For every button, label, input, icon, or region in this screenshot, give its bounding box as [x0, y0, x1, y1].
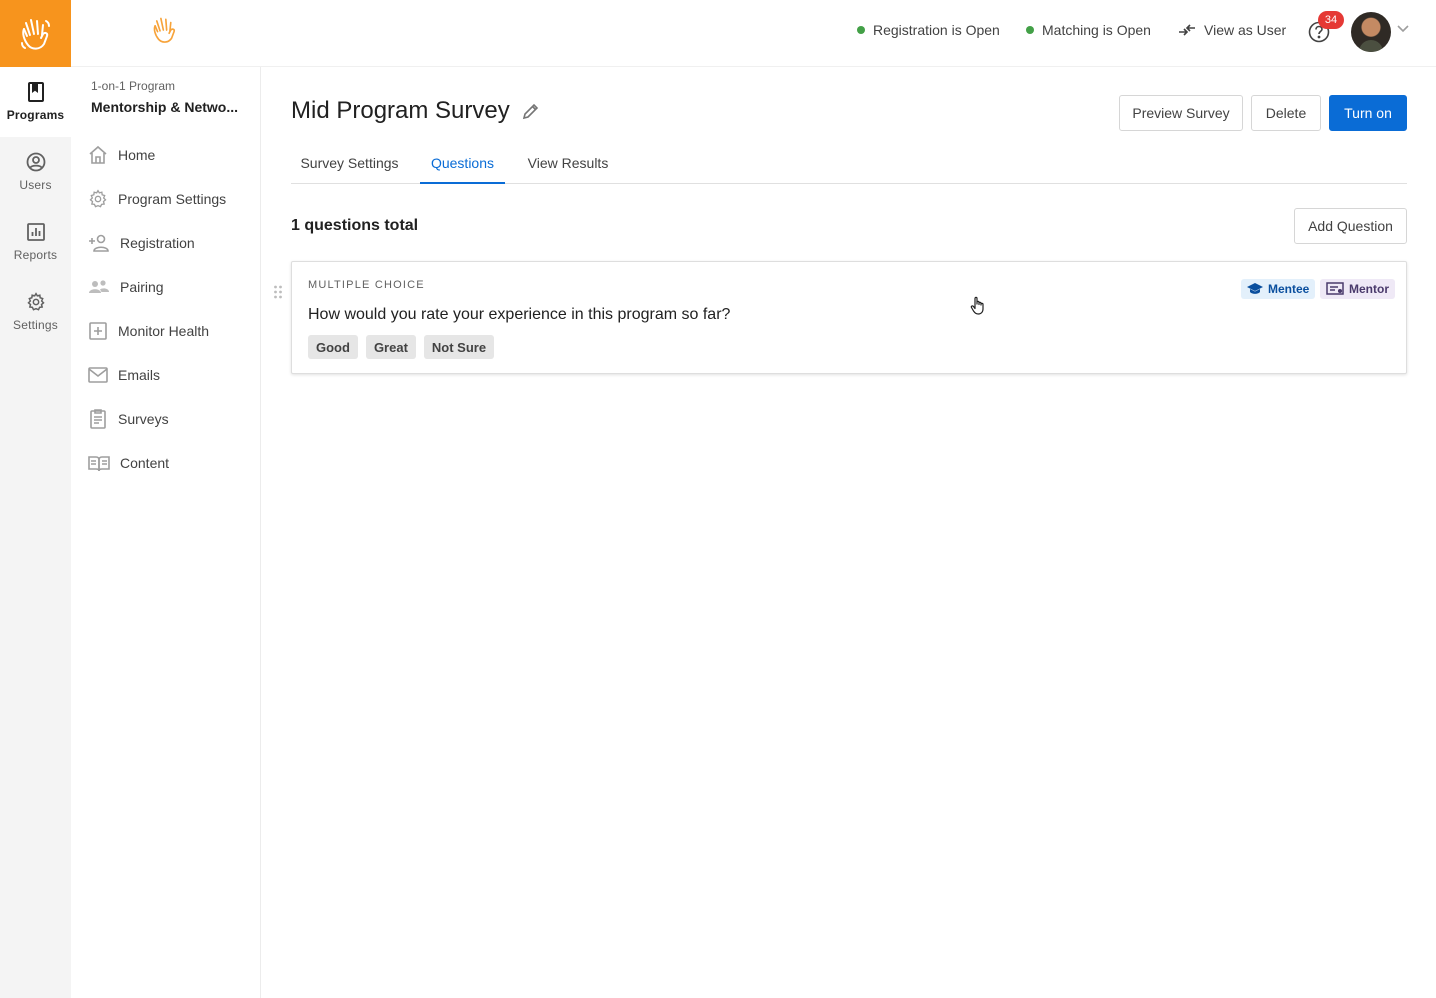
- role-tag-mentee: Mentee: [1241, 279, 1316, 299]
- view-as-user-button[interactable]: View as User: [1178, 22, 1286, 38]
- app-rail: Programs Users Reports Settings: [0, 0, 71, 998]
- tab-view-results[interactable]: View Results: [517, 143, 619, 183]
- answer-option: Great: [365, 335, 416, 359]
- status-dot: [1026, 26, 1034, 34]
- page-title: Mid Program Survey: [291, 97, 510, 124]
- bar-chart-icon: [26, 223, 45, 241]
- gear-icon: [26, 292, 45, 311]
- sidenav-item-surveys[interactable]: Surveys: [88, 405, 253, 433]
- notification-badge: 34: [1318, 11, 1344, 29]
- role-tag-label: Mentor: [1349, 282, 1389, 296]
- status-dot: [857, 26, 865, 34]
- answer-option: Good: [308, 335, 358, 359]
- delete-button[interactable]: Delete: [1251, 95, 1321, 131]
- sidenav-item-monitor-health[interactable]: Monitor Health: [88, 317, 253, 345]
- sidenav-item-label: Surveys: [118, 411, 169, 427]
- program-type: 1-on-1 Program: [91, 79, 176, 93]
- sidenav-item-label: Emails: [118, 367, 161, 383]
- sidenav-item-program-settings[interactable]: Program Settings: [88, 185, 253, 213]
- book-icon: [27, 82, 44, 102]
- question-card[interactable]: MULTIPLE CHOICE How would you rate your …: [291, 261, 1407, 374]
- matching-status: Matching is Open: [1026, 22, 1151, 38]
- home-icon: [89, 145, 107, 164]
- turn-on-button[interactable]: Turn on: [1329, 95, 1407, 131]
- open-book-icon: [88, 456, 110, 472]
- rail-item-label: Settings: [13, 318, 58, 332]
- presentation-board-icon: [1326, 282, 1344, 295]
- view-as-user-label: View as User: [1204, 22, 1287, 38]
- program-name[interactable]: Mentorship & Netwo...: [91, 99, 241, 115]
- graduation-cap-icon: [1247, 283, 1263, 294]
- envelope-icon: [88, 367, 108, 383]
- role-tag-label: Mentee: [1268, 282, 1310, 296]
- title-row: Mid Program Survey: [291, 97, 540, 125]
- waving-hand-icon: [20, 18, 50, 50]
- tab-questions[interactable]: Questions: [420, 143, 505, 184]
- avatar[interactable]: [1351, 12, 1391, 52]
- sidenav-item-label: Content: [120, 455, 170, 471]
- registration-status-text: Registration is Open: [873, 22, 1000, 38]
- swap-arrows-icon: [1179, 24, 1195, 36]
- question-type: MULTIPLE CHOICE: [308, 279, 425, 291]
- survey-tabs: Survey Settings Questions View Results: [291, 143, 1407, 184]
- rail-item-label: Reports: [13, 248, 58, 262]
- rail-item-users[interactable]: Users: [0, 137, 71, 207]
- rail-item-label: Users: [19, 178, 52, 192]
- sidenav-item-label: Home: [118, 147, 156, 163]
- answer-option: Not Sure: [423, 335, 495, 359]
- pencil-icon[interactable]: [522, 102, 540, 120]
- user-circle-icon: [26, 152, 45, 172]
- hand-pointer-icon: [970, 296, 984, 315]
- preview-survey-button[interactable]: Preview Survey: [1119, 95, 1243, 131]
- add-question-button[interactable]: Add Question: [1294, 208, 1407, 244]
- users-icon: [89, 280, 109, 293]
- add-user-icon: [89, 234, 109, 252]
- sidenav-item-emails[interactable]: Emails: [88, 361, 253, 389]
- rail-item-reports[interactable]: Reports: [0, 207, 71, 277]
- top-header: Registration is Open Matching is Open Vi…: [71, 0, 1436, 67]
- avatar-shirt: [1359, 40, 1383, 52]
- sidenav-item-pairing[interactable]: Pairing: [88, 273, 253, 301]
- tab-survey-settings[interactable]: Survey Settings: [291, 143, 408, 183]
- rail-item-settings[interactable]: Settings: [0, 277, 71, 347]
- sidenav-item-content[interactable]: Content: [88, 449, 253, 477]
- sidenav-item-label: Registration: [120, 235, 195, 251]
- clipboard-icon: [90, 409, 106, 429]
- matching-status-text: Matching is Open: [1042, 22, 1151, 38]
- questions-total: 1 questions total: [291, 217, 419, 234]
- rail-item-programs[interactable]: Programs: [0, 67, 71, 137]
- plus-square-icon: [89, 322, 107, 340]
- rail-item-label: Programs: [6, 108, 65, 122]
- question-text: How would you rate your experience in th…: [308, 306, 731, 323]
- sidenav-item-registration[interactable]: Registration: [88, 229, 253, 257]
- sidenav-item-label: Pairing: [120, 279, 164, 295]
- gear-icon: [89, 189, 107, 208]
- chevron-down-icon[interactable]: [1396, 24, 1410, 34]
- answer-options: Good Great Not Sure: [308, 335, 495, 359]
- sidenav-item-home[interactable]: Home: [88, 141, 253, 169]
- app-logo[interactable]: [0, 0, 71, 67]
- registration-status: Registration is Open: [857, 22, 1000, 38]
- program-sidenav: 1-on-1 Program Mentorship & Netwo... Hom…: [71, 67, 261, 998]
- role-tag-mentor: Mentor: [1320, 279, 1395, 299]
- waving-hand-icon: [153, 17, 176, 43]
- sidenav-item-label: Program Settings: [118, 191, 227, 207]
- sidenav-item-label: Monitor Health: [118, 323, 210, 339]
- drag-handle-icon[interactable]: [273, 285, 283, 299]
